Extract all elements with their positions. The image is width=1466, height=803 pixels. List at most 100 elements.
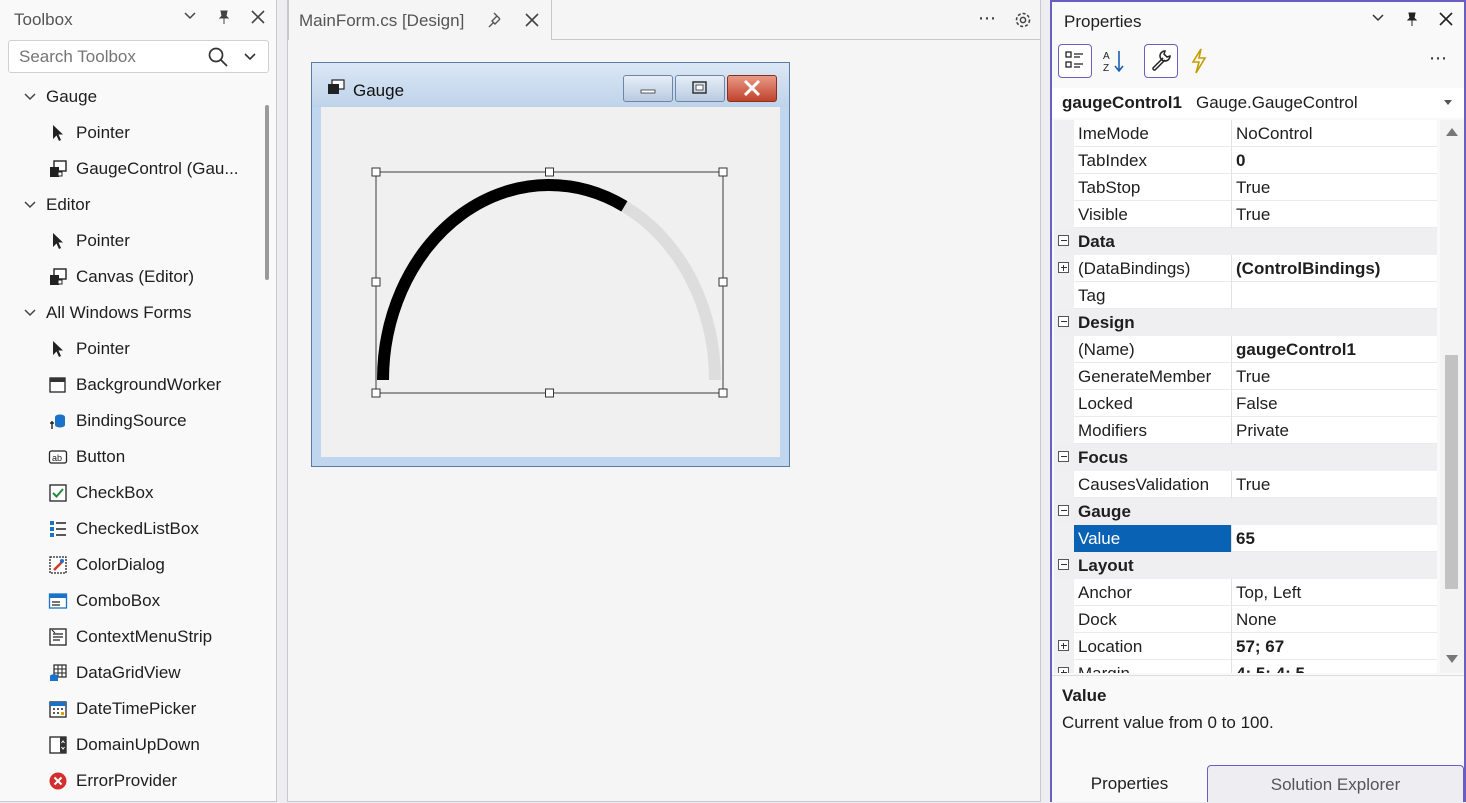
property-value[interactable]: Top, Left [1236, 583, 1301, 603]
property-category[interactable]: Data [1054, 228, 1437, 255]
collapse-icon[interactable] [1058, 451, 1069, 462]
toolbox-item[interactable]: Canvas (Editor) [0, 259, 262, 295]
expand-icon[interactable] [1058, 262, 1069, 273]
property-row[interactable]: Value 65 [1054, 525, 1437, 552]
property-row[interactable]: CausesValidation True [1054, 471, 1437, 498]
property-row[interactable]: Visible True [1054, 201, 1437, 228]
property-row[interactable]: GenerateMember True [1054, 363, 1437, 390]
property-value[interactable]: True [1236, 475, 1270, 495]
close-icon[interactable] [248, 9, 268, 30]
resize-handle[interactable] [371, 277, 381, 287]
toolbox-item[interactable]: CheckedListBox [0, 511, 262, 547]
scroll-down-arrow-icon[interactable] [1446, 655, 1458, 663]
property-value[interactable]: Private [1236, 421, 1289, 441]
property-category[interactable]: Gauge [1054, 498, 1437, 525]
chevron-down-icon[interactable] [1368, 11, 1388, 32]
toolbox-group[interactable]: Gauge [0, 79, 262, 115]
resize-handle[interactable] [718, 167, 728, 177]
pin-icon[interactable] [1402, 11, 1422, 32]
property-value[interactable]: 57; 67 [1236, 637, 1284, 657]
pin-icon[interactable] [214, 9, 234, 30]
property-row[interactable]: Dock None [1054, 606, 1437, 633]
tab-solution-explorer[interactable]: Solution Explorer [1207, 765, 1464, 802]
property-row[interactable]: Margin 4; 5; 4; 5 [1054, 660, 1437, 673]
toolbox-item[interactable]: CheckBox [0, 475, 262, 511]
toolbox-item[interactable]: DataGridView [0, 655, 262, 691]
search-icon[interactable] [207, 46, 229, 68]
property-value[interactable]: 65 [1236, 529, 1255, 549]
collapse-icon[interactable] [1058, 559, 1069, 570]
property-row[interactable]: TabStop True [1054, 174, 1437, 201]
row-gutter [1054, 579, 1074, 606]
more-options-icon[interactable]: ⋯ [1429, 48, 1448, 69]
toolbox-group[interactable]: Editor [0, 187, 262, 223]
toolbox-item[interactable]: DateTimePicker [0, 691, 262, 727]
property-row[interactable]: Locked False [1054, 390, 1437, 417]
toolbox-item[interactable]: ContextMenuStrip [0, 619, 262, 655]
scrollbar-thumb[interactable] [1445, 355, 1458, 589]
property-value[interactable]: 0 [1236, 151, 1245, 171]
toolbox-item[interactable]: GaugeControl (Gau... [0, 151, 262, 187]
property-value[interactable]: None [1236, 610, 1277, 630]
expand-icon[interactable] [1058, 667, 1069, 673]
property-grid-scrollbar[interactable] [1440, 120, 1464, 673]
resize-handle[interactable] [371, 167, 381, 177]
collapse-icon[interactable] [1058, 505, 1069, 516]
property-value[interactable]: gaugeControl1 [1236, 340, 1356, 360]
scroll-up-arrow-icon[interactable] [1446, 128, 1458, 136]
toolbox-scrollbar-thumb[interactable] [265, 105, 269, 280]
chevron-down-icon[interactable] [180, 9, 200, 30]
resize-handle[interactable] [718, 388, 728, 398]
property-value[interactable]: 4; 5; 4; 5 [1236, 664, 1305, 673]
toolbox-item[interactable]: ab Button [0, 439, 262, 475]
property-value[interactable]: (ControlBindings) [1236, 259, 1380, 279]
property-value[interactable]: True [1236, 205, 1270, 225]
property-category[interactable]: Focus [1054, 444, 1437, 471]
toolbox-group[interactable]: All Windows Forms [0, 295, 262, 331]
alphabetical-button[interactable]: A Z [1097, 44, 1131, 78]
property-value[interactable]: NoControl [1236, 124, 1313, 144]
resize-handle[interactable] [545, 167, 554, 177]
toolbox-item[interactable]: ComboBox [0, 583, 262, 619]
gauge-control[interactable] [288, 0, 1042, 480]
property-name: TabIndex [1078, 151, 1147, 170]
toolbox-item[interactable]: BindingSource [0, 403, 262, 439]
property-category[interactable]: Design [1054, 309, 1437, 336]
chevron-down-icon[interactable] [23, 90, 37, 104]
events-button[interactable] [1182, 44, 1216, 78]
toolbox-item[interactable]: Pointer [0, 223, 262, 259]
toolbox-item[interactable]: ColorDialog [0, 547, 262, 583]
properties-view-button[interactable] [1144, 44, 1178, 78]
property-row[interactable]: Location 57; 67 [1054, 633, 1437, 660]
property-value[interactable]: True [1236, 367, 1270, 387]
toolbox-item[interactable]: BackgroundWorker [0, 367, 262, 403]
toolbox-item[interactable]: Pointer [0, 331, 262, 367]
expand-icon[interactable] [1058, 640, 1069, 651]
collapse-icon[interactable] [1058, 316, 1069, 327]
property-row[interactable]: (Name) gaugeControl1 [1054, 336, 1437, 363]
chevron-down-icon[interactable] [243, 50, 257, 64]
collapse-icon[interactable] [1058, 235, 1069, 246]
resize-handle[interactable] [718, 277, 728, 287]
resize-handle[interactable] [545, 388, 554, 398]
resize-handle[interactable] [371, 388, 381, 398]
chevron-down-icon[interactable] [23, 198, 37, 212]
property-row[interactable]: ImeMode NoControl [1054, 120, 1437, 147]
toolbox-item[interactable]: ErrorProvider [0, 763, 262, 799]
property-value[interactable]: False [1236, 394, 1278, 414]
property-row[interactable]: Tag [1054, 282, 1437, 309]
property-category[interactable]: Layout [1054, 552, 1437, 579]
close-icon[interactable] [1436, 11, 1456, 32]
toolbox-item[interactable]: Pointer [0, 115, 262, 151]
toolbox-item[interactable]: DomainUpDown [0, 727, 262, 763]
property-row[interactable]: (DataBindings) (ControlBindings) [1054, 255, 1437, 282]
categorized-button[interactable] [1058, 44, 1092, 78]
toolbox-search-input[interactable] [17, 46, 201, 68]
chevron-down-icon[interactable] [23, 306, 37, 320]
property-row[interactable]: TabIndex 0 [1054, 147, 1437, 174]
property-value[interactable]: True [1236, 178, 1270, 198]
object-selector[interactable]: gaugeControl1 Gauge.GaugeControl [1052, 88, 1464, 118]
property-row[interactable]: Anchor Top, Left [1054, 579, 1437, 606]
tab-properties[interactable]: Properties [1052, 765, 1207, 802]
property-row[interactable]: Modifiers Private [1054, 417, 1437, 444]
